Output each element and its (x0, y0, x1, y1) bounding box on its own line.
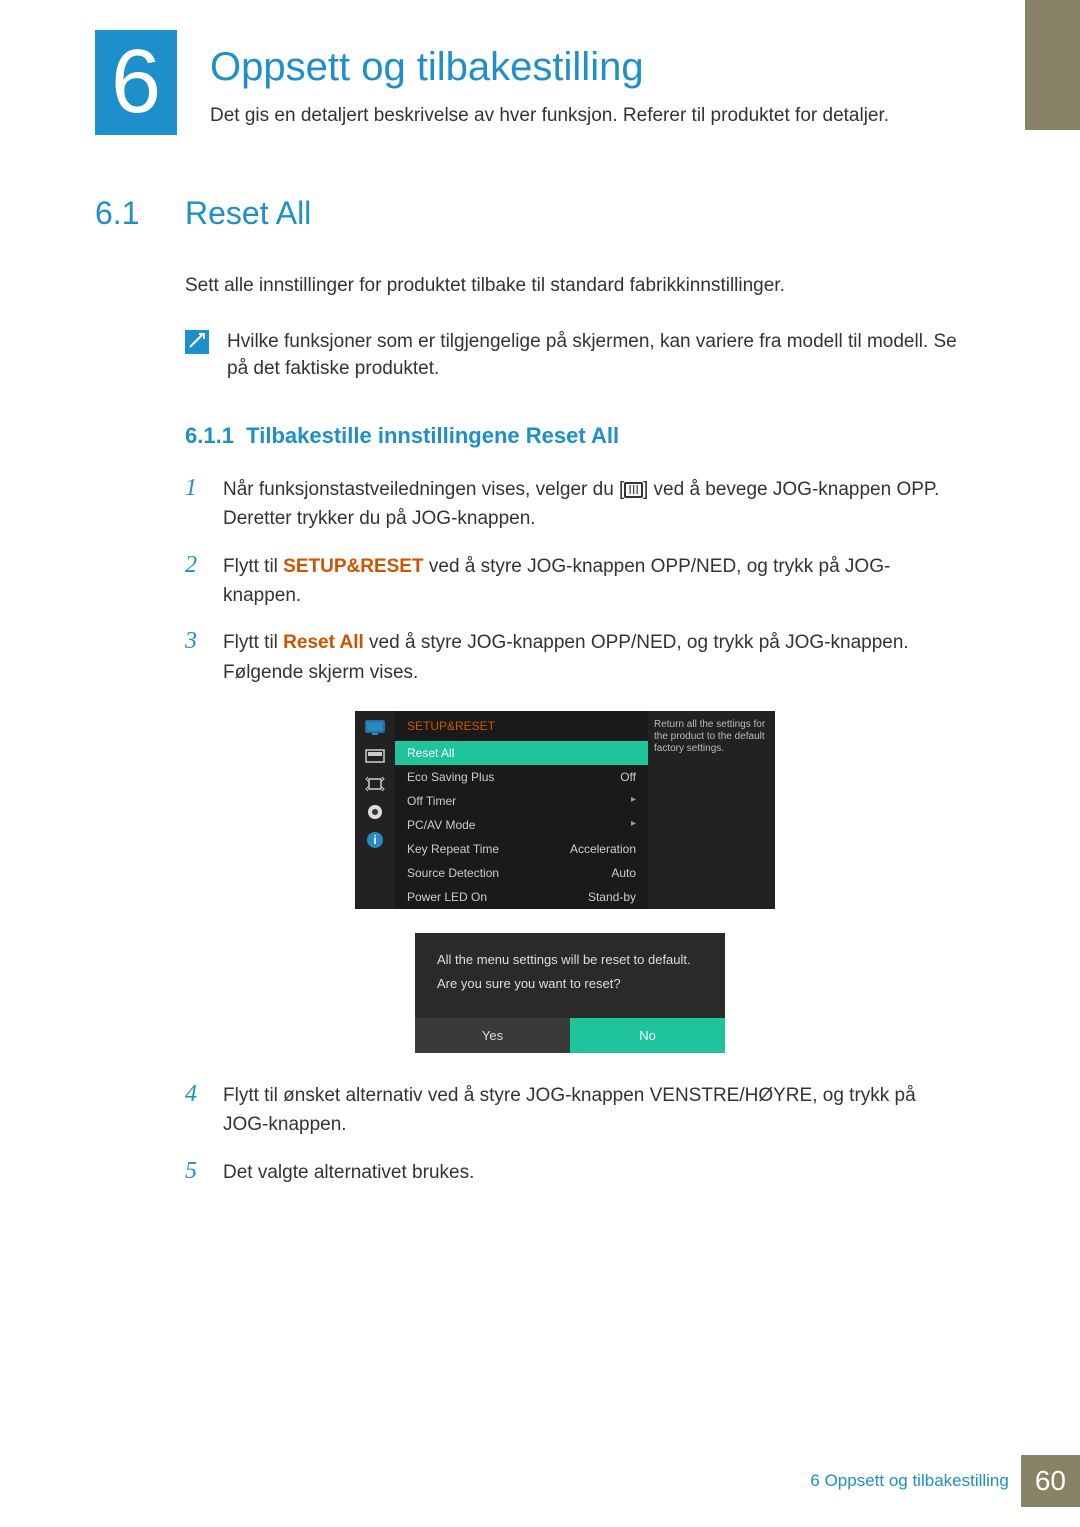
note-icon (185, 330, 209, 354)
picture-icon (364, 747, 386, 765)
osd-main-panel: SETUP&RESET Reset All Eco Saving PlusOff… (395, 711, 648, 909)
osd-row: PC/AV Mode▸ (395, 813, 648, 837)
section-intro: Sett alle innstillinger for produktet ti… (185, 272, 965, 300)
page-footer: 6 Oppsett og tilbakestilling 60 (810, 1455, 1080, 1507)
subsection-title: 6.1.1 Tilbakestille innstillingene Reset… (185, 423, 965, 449)
confirm-dialog: All the menu settings will be reset to d… (415, 933, 725, 1052)
resize-icon (364, 775, 386, 793)
chapter-number-box: 6 (95, 30, 177, 135)
osd-row: Power LED OnStand-by (395, 885, 648, 909)
osd-header: SETUP&RESET (395, 711, 648, 741)
step-text-4: Flytt til ønsket alternativ ved å styre … (223, 1081, 965, 1140)
footer-chapter-label: 6 Oppsett og tilbakestilling (810, 1471, 1008, 1491)
step-number-2: 2 (185, 552, 207, 611)
step-text-1: Når funksjonstastveiledningen vises, vel… (223, 475, 965, 534)
menu-icon: ⅠⅠⅠ (624, 482, 643, 498)
section-title: Reset All (185, 195, 311, 232)
dialog-yes-button: Yes (415, 1018, 570, 1053)
svg-text:i: i (373, 833, 376, 847)
step-text-3: Flytt til Reset All ved å styre JOG-knap… (223, 628, 965, 687)
osd-row: Off Timer▸ (395, 789, 648, 813)
chapter-subtitle: Det gis en detaljert beskrivelse av hver… (210, 105, 889, 127)
dialog-line-1: All the menu settings will be reset to d… (415, 951, 725, 975)
dialog-line-2: Are you sure you want to reset? (415, 975, 725, 999)
osd-tooltip: Return all the settings for the product … (648, 711, 775, 909)
chapter-number: 6 (111, 31, 161, 134)
step-number-4: 4 (185, 1081, 207, 1140)
step-number-3: 3 (185, 628, 207, 687)
step-text-5: Det valgte alternativet brukes. (223, 1158, 474, 1187)
monitor-icon (364, 719, 386, 737)
osd-sidebar: i (355, 711, 395, 909)
step-text-2: Flytt til SETUP&RESET ved å styre JOG-kn… (223, 552, 965, 611)
section-number: 6.1 (95, 195, 155, 232)
step-number-5: 5 (185, 1158, 207, 1187)
osd-row: Source DetectionAuto (395, 861, 648, 885)
step-number-1: 1 (185, 475, 207, 534)
osd-row: Eco Saving PlusOff (395, 765, 648, 789)
osd-row-reset-all: Reset All (395, 741, 648, 765)
header-side-strip (1025, 0, 1080, 130)
info-icon: i (364, 831, 386, 849)
dialog-no-button: No (570, 1018, 725, 1053)
osd-row: Key Repeat TimeAcceleration (395, 837, 648, 861)
note-text: Hvilke funksjoner som er tilgjengelige p… (227, 328, 965, 383)
osd-menu-screenshot: i SETUP&RESET Reset All Eco Saving PlusO… (355, 711, 775, 909)
footer-page-number: 60 (1021, 1455, 1080, 1507)
chapter-title: Oppsett og tilbakestilling (210, 45, 644, 90)
gear-icon (364, 803, 386, 821)
